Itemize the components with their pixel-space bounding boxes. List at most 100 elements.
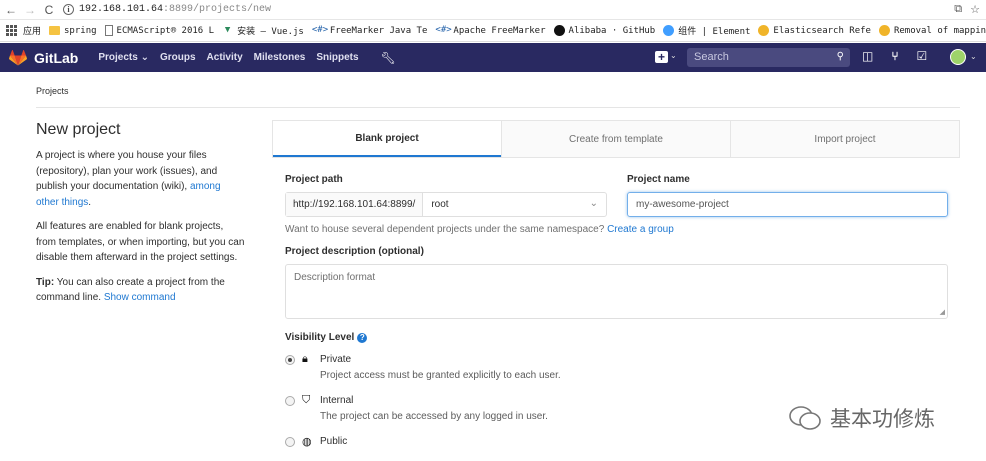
- bookmark-label: ECMAScript® 2016 L: [116, 25, 215, 36]
- shield-icon: ⛉: [302, 394, 311, 406]
- bookmark-elasticsearch[interactable]: Elasticsearch Refe: [758, 25, 871, 36]
- admin-wrench-icon[interactable]: 🔧︎: [381, 51, 396, 65]
- bookmark-label: Removal of mapping: [893, 25, 986, 36]
- bookmark-apps[interactable]: 应用: [23, 24, 41, 37]
- tab-create-from-template[interactable]: Create from template: [501, 121, 730, 157]
- bookmark-alibaba-github[interactable]: Alibaba · GitHub: [553, 25, 656, 36]
- features-paragraph: All features are enabled for blank proje…: [36, 221, 245, 263]
- project-path-label: Project path: [285, 174, 343, 185]
- bookmark-removal-mapping[interactable]: Removal of mapping: [878, 25, 986, 36]
- reload-icon[interactable]: C: [41, 2, 57, 18]
- gitlab-logo-icon[interactable]: [9, 49, 27, 66]
- vue-icon: ▼: [224, 25, 231, 35]
- bookmark-label: spring: [64, 25, 97, 36]
- globe-icon: ◍: [302, 436, 312, 448]
- chevron-down-icon[interactable]: ⌄: [670, 51, 677, 60]
- bookmark-spring[interactable]: spring: [49, 26, 97, 36]
- folder-icon: [49, 26, 61, 35]
- path-prefix: http://192.168.101.64:8899/: [286, 193, 424, 216]
- issues-icon[interactable]: ◫: [862, 49, 873, 63]
- github-icon: [553, 25, 565, 36]
- page-title: New project: [36, 121, 121, 138]
- url-host: 192.168.101.64: [79, 4, 164, 15]
- radio-private[interactable]: [285, 355, 295, 365]
- project-name-label: Project name: [627, 174, 690, 185]
- chevron-down-icon[interactable]: ⌄: [970, 52, 977, 61]
- back-arrow-icon[interactable]: ←: [3, 2, 19, 18]
- gitlab-brand[interactable]: GitLab: [34, 50, 78, 66]
- elastic-icon: [758, 25, 770, 36]
- project-type-tabs: Blank project Create from template Impor…: [272, 120, 960, 158]
- show-command-link[interactable]: Show command: [104, 292, 176, 303]
- visibility-title: Public: [320, 436, 348, 447]
- chevron-down-icon: ⌄: [589, 198, 598, 209]
- resize-handle-icon[interactable]: ◢: [940, 308, 945, 316]
- radio-internal[interactable]: [285, 396, 295, 406]
- avatar[interactable]: [950, 49, 966, 65]
- watermark-text: 基本功修炼: [830, 407, 935, 431]
- bookmark-vue[interactable]: ▼ 安装 — Vue.js: [222, 24, 304, 37]
- bookmark-apache-freemarker[interactable]: <#> Apache FreeMarker: [435, 25, 545, 36]
- gitlab-navbar: GitLab Projects ⌄ Groups Activity Milest…: [0, 43, 986, 72]
- apps-grid-icon[interactable]: [6, 25, 17, 36]
- wechat-icon: [789, 406, 821, 430]
- visibility-label-text: Visibility Level: [285, 332, 355, 343]
- bookmark-element[interactable]: 组件 | Element: [663, 24, 750, 37]
- bookmark-label: 组件 | Element: [678, 27, 751, 37]
- visibility-desc: The project can be accessed by any logge…: [320, 411, 548, 422]
- element-icon: [663, 25, 675, 36]
- namespace-select[interactable]: root ⌄: [423, 193, 606, 216]
- page-icon: [104, 25, 113, 36]
- intro-paragraph: A project is where you house your files …: [36, 148, 246, 210]
- project-path-group: http://192.168.101.64:8899/ root ⌄: [285, 192, 607, 217]
- help-text: Want to house several dependent projects…: [285, 224, 608, 235]
- translate-icon[interactable]: ⧉: [954, 3, 962, 16]
- bookmark-label: Alibaba · GitHub: [568, 25, 656, 36]
- help-question-icon[interactable]: ?: [357, 333, 368, 343]
- bookmarks-bar: 应用 spring ECMAScript® 2016 L ▼ 安装 — Vue.j…: [0, 20, 986, 42]
- tab-import-project[interactable]: Import project: [730, 121, 959, 157]
- visibility-desc: Project access must be granted explicitl…: [320, 370, 561, 381]
- tip-paragraph: Tip: You can also create a project from …: [36, 275, 246, 306]
- new-project-intro: New project A project is where you house…: [36, 121, 246, 315]
- description-textarea[interactable]: Description format ◢: [285, 264, 948, 319]
- nav-groups[interactable]: Groups: [160, 52, 196, 63]
- intro-text-end: .: [88, 196, 92, 208]
- nav-milestones[interactable]: Milestones: [254, 52, 306, 63]
- address-field[interactable]: 192.168.101.64:8899/projects/new: [79, 4, 271, 15]
- tab-blank-project[interactable]: Blank project: [273, 121, 501, 157]
- nav-projects[interactable]: Projects ⌄: [98, 52, 149, 63]
- description-placeholder: Description format: [294, 272, 376, 283]
- project-name-input[interactable]: my-awesome-project: [627, 192, 948, 217]
- freemarker-icon: <#>: [435, 25, 452, 35]
- search-placeholder: Search: [694, 51, 729, 63]
- forward-arrow-icon[interactable]: →: [22, 2, 38, 18]
- bookmark-ecmascript[interactable]: ECMAScript® 2016 L: [104, 25, 215, 36]
- browser-url-bar: ← → C i 192.168.101.64:8899/projects/new…: [0, 0, 986, 20]
- elastic-icon: [878, 25, 890, 36]
- bookmark-freemarker-java[interactable]: <#> FreeMarker Java Te: [312, 25, 428, 36]
- divider: [36, 107, 960, 108]
- nav-activity[interactable]: Activity: [207, 52, 243, 63]
- visibility-label: Visibility Level?: [285, 332, 368, 343]
- nav-snippets[interactable]: Snippets: [316, 52, 358, 63]
- bookmark-star-icon[interactable]: ☆: [970, 3, 980, 16]
- todos-icon[interactable]: ☑: [917, 49, 928, 63]
- search-input[interactable]: Search ⚲: [687, 48, 850, 67]
- visibility-title: Private: [320, 354, 352, 365]
- radio-public[interactable]: [285, 437, 295, 447]
- create-group-link[interactable]: Create a group: [607, 224, 674, 235]
- info-icon[interactable]: i: [63, 4, 74, 15]
- bookmark-label: 安装 — Vue.js: [237, 27, 304, 37]
- main-menu: Projects ⌄ Groups Activity Milestones Sn…: [98, 52, 358, 63]
- watermark: 基本功修炼: [788, 403, 935, 433]
- bookmark-label: 应用: [23, 27, 42, 37]
- tip-label: Tip:: [36, 276, 55, 288]
- breadcrumb[interactable]: Projects: [36, 86, 69, 96]
- visibility-title: Internal: [320, 395, 354, 406]
- freemarker-icon: <#>: [311, 25, 329, 35]
- new-plus-icon[interactable]: +: [655, 51, 668, 63]
- merge-request-icon[interactable]: ⑂: [891, 49, 898, 63]
- bookmark-label: FreeMarker Java Te: [329, 25, 428, 36]
- namespace-help: Want to house several dependent projects…: [285, 224, 674, 235]
